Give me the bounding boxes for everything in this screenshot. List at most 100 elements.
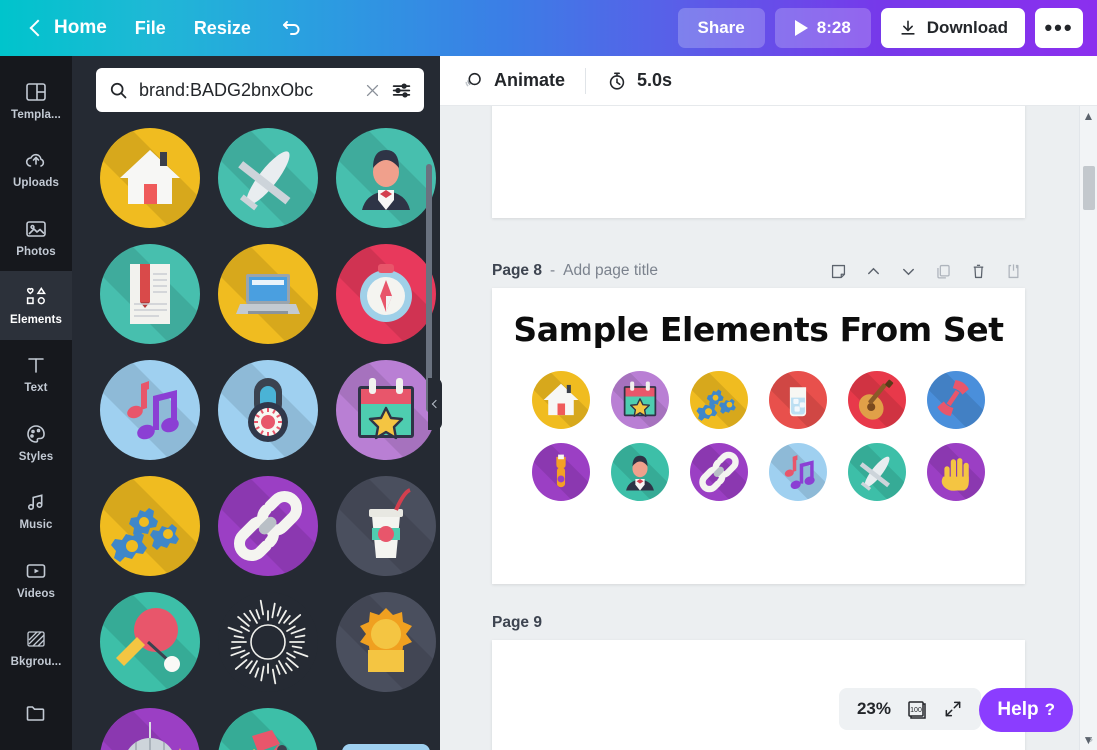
svg-text:100: 100 <box>910 707 922 714</box>
sidebar-label-videos: Videos <box>16 587 56 600</box>
palette-icon <box>27 424 45 443</box>
page-8-add-title[interactable]: Add page title <box>563 262 658 280</box>
share-button[interactable]: Share <box>677 8 765 48</box>
page-8-sheet[interactable]: Sample Elements From Set <box>492 288 1025 584</box>
elements-panel: brand:BADG2bnxObc ★★★★★ <box>72 56 440 750</box>
element-result-airplane-icon[interactable] <box>214 124 322 232</box>
move-up-icon[interactable] <box>864 262 883 281</box>
help-question-mark: ? <box>1044 700 1055 719</box>
duration-button[interactable]: 5.0s <box>600 66 678 96</box>
element-result-login-form-icon[interactable]: ★★★★★ <box>332 704 440 750</box>
slide-icon-house-icon[interactable] <box>532 371 591 429</box>
element-result-ping-pong-icon[interactable] <box>96 588 204 696</box>
coffee-cup-icon <box>336 476 436 576</box>
element-result-chain-link-icon[interactable] <box>214 472 322 580</box>
sidebar-item-elements[interactable]: Elements <box>0 271 72 340</box>
element-result-bookmark-page-icon[interactable] <box>96 240 204 348</box>
sidebar-item-music[interactable]: Music <box>0 476 72 544</box>
present-time: 8:28 <box>816 18 851 37</box>
slide-icon-gears-icon[interactable] <box>690 371 749 429</box>
search-filter-button[interactable] <box>391 80 412 101</box>
trophy-award-icon <box>336 592 436 692</box>
page-9-title: Page 9 <box>492 614 542 631</box>
present-button[interactable]: 8:28 <box>774 8 871 48</box>
duplicate-icon[interactable] <box>934 262 953 281</box>
sidebar-item-background[interactable]: Bkgrou... <box>0 613 72 681</box>
search-clear-button[interactable] <box>364 82 381 99</box>
more-options-button[interactable]: ••• <box>1035 8 1083 48</box>
sidebar-item-folder[interactable] <box>0 682 72 750</box>
element-result-laptop-icon[interactable] <box>214 240 322 348</box>
slide-icon-drink-glass-icon[interactable] <box>768 371 827 429</box>
element-result-desk-lamp-icon[interactable] <box>214 704 322 750</box>
element-result-coffee-cup-icon[interactable] <box>332 472 440 580</box>
expand-arrows-icon[interactable] <box>943 699 963 719</box>
canvas-scroll-area[interactable]: Page 8 - Add page title Sample Elements … <box>440 106 1097 750</box>
slide-icon-waiter-icon[interactable] <box>611 443 670 501</box>
panel-collapse-button[interactable] <box>428 378 442 430</box>
sidebar-label-styles: Styles <box>18 450 54 463</box>
move-down-icon[interactable] <box>899 262 918 281</box>
file-menu-button[interactable]: File <box>121 10 180 47</box>
animate-button[interactable]: Animate <box>456 65 571 96</box>
panel-scrollbar-thumb[interactable] <box>426 164 432 412</box>
sidebar-label-photos: Photos <box>16 245 56 258</box>
element-result-gears-icon[interactable] <box>96 472 204 580</box>
resize-button[interactable]: Resize <box>180 10 265 47</box>
element-result-house-icon[interactable] <box>96 124 204 232</box>
slide-icon-airplane-icon[interactable] <box>847 443 906 501</box>
slide-icon-guitar-icon[interactable] <box>847 371 906 429</box>
toolbar-divider <box>585 67 587 94</box>
home-label: Home <box>54 17 107 38</box>
duration-label: 5.0s <box>637 70 673 90</box>
element-result-compass-icon[interactable] <box>332 240 440 348</box>
canvas-scrollbar[interactable]: ▲ ▼ <box>1079 106 1097 750</box>
element-result-trophy-award-icon[interactable] <box>332 588 440 696</box>
page-7-container <box>492 106 1025 218</box>
sidebar-item-uploads[interactable]: Uploads <box>0 134 72 202</box>
export-page-icon[interactable] <box>1004 262 1023 281</box>
slide-icon-bottle-opener-icon[interactable] <box>532 443 591 501</box>
undo-button[interactable] <box>265 8 317 48</box>
slide-icon-hand-icon[interactable] <box>926 443 985 501</box>
sidebar-item-text[interactable]: Text <box>0 340 72 408</box>
sidebar-item-templates[interactable]: Templa... <box>0 66 72 134</box>
animate-label: Animate <box>494 70 566 90</box>
stopwatch-icon <box>609 72 625 90</box>
help-button[interactable]: Help ? <box>979 688 1073 732</box>
scroll-up-button[interactable]: ▲ <box>1080 106 1097 126</box>
download-button[interactable]: Download <box>880 8 1025 48</box>
slide-icon-phone-handset-icon[interactable] <box>926 371 985 429</box>
sidebar-item-photos[interactable]: Photos <box>0 203 72 271</box>
slide-icon-calendar-star-icon[interactable] <box>611 371 670 429</box>
page-8-separator: - <box>549 262 556 279</box>
canvas-scrollbar-thumb[interactable] <box>1083 166 1095 210</box>
slide-icon-music-notes-icon[interactable] <box>768 443 827 501</box>
bookmark-page-icon <box>100 244 200 344</box>
element-result-waiter-icon[interactable] <box>332 124 440 232</box>
search-input[interactable]: brand:BADG2bnxObc <box>139 80 354 101</box>
page-count-100-icon[interactable]: 100 <box>905 697 929 721</box>
slide-icon-chain-link-icon[interactable] <box>690 443 749 501</box>
play-triangle-icon <box>794 20 808 36</box>
sidebar-label-uploads: Uploads <box>12 177 60 190</box>
element-result-padlock-icon[interactable] <box>214 356 322 464</box>
element-result-calendar-star-icon[interactable] <box>332 356 440 464</box>
music-notes-icon <box>100 360 200 460</box>
element-result-music-notes-icon[interactable] <box>96 356 204 464</box>
corner-resize-icon[interactable]: › <box>1089 734 1093 746</box>
sidebar-item-videos[interactable]: Videos <box>0 545 72 613</box>
top-toolbar-left: Home File Resize <box>0 8 317 48</box>
home-button[interactable]: Home <box>18 9 121 47</box>
notes-icon[interactable] <box>829 262 848 281</box>
page-7-sheet[interactable] <box>492 106 1025 218</box>
delete-trash-icon[interactable] <box>969 262 988 281</box>
element-result-sunburst-rays-icon[interactable] <box>214 588 322 696</box>
search-box[interactable]: brand:BADG2bnxObc <box>96 68 424 112</box>
sidebar-label-text: Text <box>24 382 48 395</box>
download-label: Download <box>926 18 1008 37</box>
sidebar-item-styles[interactable]: Styles <box>0 408 72 476</box>
templates-icon <box>26 82 46 101</box>
zoom-level-label[interactable]: 23% <box>857 699 891 719</box>
element-result-disco-ball-icon[interactable] <box>96 704 204 750</box>
